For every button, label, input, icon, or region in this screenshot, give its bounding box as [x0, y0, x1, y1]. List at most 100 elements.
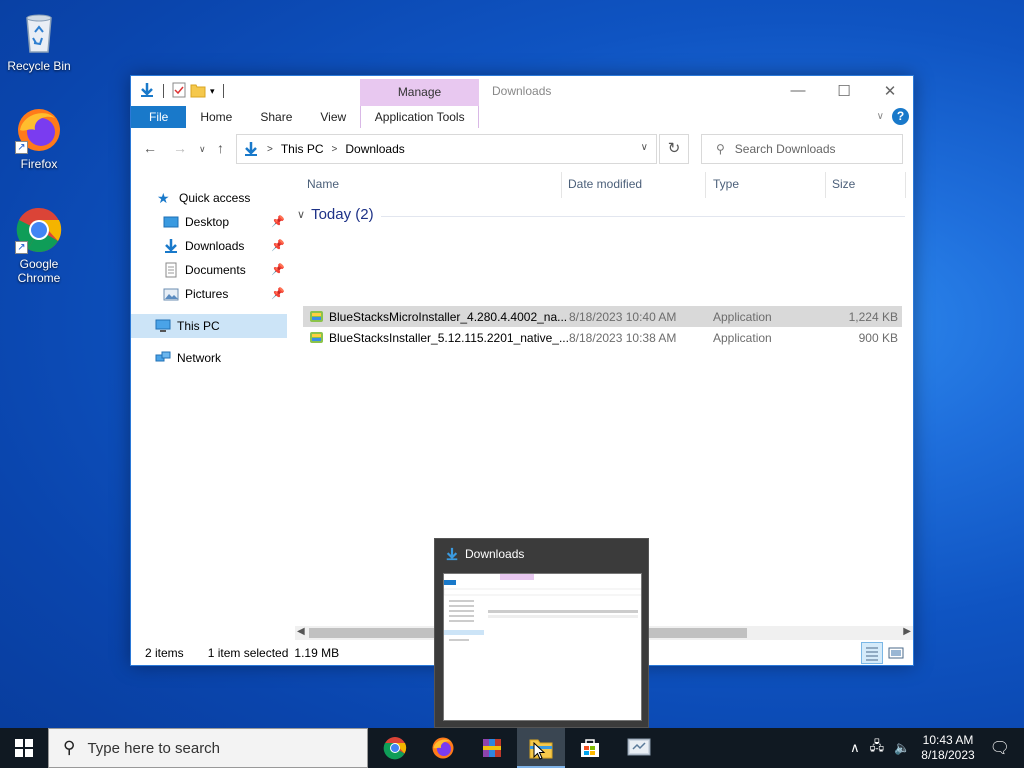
sidebar-item-network[interactable]: Network [131, 346, 291, 370]
navigation-pane: ★ Quick access Desktop 📌 Downloads 📌 Doc… [131, 186, 291, 370]
title-bar[interactable]: ▾ Manage Downloads — ☐ ✕ [131, 76, 913, 106]
column-header-type[interactable]: Type [713, 166, 739, 202]
documents-folder-icon [163, 262, 179, 278]
address-bar[interactable]: > This PC > Downloads ∨ [236, 134, 657, 164]
sidebar-item-desktop[interactable]: Desktop 📌 [131, 210, 291, 234]
expand-ribbon-icon[interactable]: ∨ [877, 111, 884, 122]
sidebar-item-label: Pictures [185, 287, 229, 301]
maximize-button[interactable]: ☐ [821, 76, 867, 105]
desktop-icon-firefox[interactable]: ↗ Firefox [1, 106, 77, 171]
taskbar-search-placeholder: Type here to search [87, 739, 221, 757]
status-item-count: 2 items [145, 646, 184, 660]
tab-application-tools[interactable]: Application Tools [360, 106, 480, 128]
window-title: Downloads [492, 84, 552, 98]
customize-qat-icon[interactable]: ▾ [210, 86, 215, 97]
bluestacks-app-icon [309, 330, 324, 345]
taskbar-app-firefox[interactable] [419, 728, 467, 768]
file-date: 8/18/2023 10:38 AM [569, 330, 677, 345]
pictures-folder-icon [163, 286, 179, 302]
forward-arrow-icon[interactable]: → [173, 140, 187, 156]
tab-share[interactable]: Share [246, 106, 306, 128]
column-header-date[interactable]: Date modified [568, 166, 642, 202]
status-selected: 1 item selected [207, 646, 289, 660]
sidebar-item-downloads[interactable]: Downloads 📌 [131, 234, 291, 258]
store-icon [581, 739, 599, 757]
desktop-icon-recycle-bin[interactable]: Recycle Bin [1, 8, 77, 73]
search-icon: ⚲ [716, 142, 725, 156]
table-row[interactable]: BlueStacksInstaller_5.12.115.2201_native… [303, 327, 902, 348]
tab-file[interactable]: File [131, 106, 187, 128]
properties-icon[interactable] [172, 82, 186, 101]
minimize-icon: — [790, 82, 806, 99]
downloads-folder-icon [445, 547, 459, 561]
tab-home[interactable]: Home [186, 106, 246, 128]
winrar-icon [483, 739, 501, 757]
file-size: 1,224 KB [848, 309, 898, 324]
refresh-button[interactable]: ↻ [659, 134, 689, 164]
close-button[interactable]: ✕ [867, 76, 913, 105]
scroll-right-icon[interactable]: ▶ [903, 626, 911, 637]
chrome-icon: ↗ [15, 206, 63, 254]
details-view-icon [866, 647, 878, 661]
breadcrumb-this-pc[interactable]: This PC [281, 142, 324, 156]
thumbnail-image [443, 573, 642, 721]
firefox-icon [432, 737, 454, 759]
pin-icon[interactable]: 📌 [271, 287, 285, 300]
taskbar-app-file-explorer[interactable] [517, 728, 565, 768]
group-header-today[interactable]: ∨ Today (2) [297, 206, 374, 223]
tab-manage[interactable]: Manage [360, 79, 479, 106]
windows-logo-icon [15, 739, 33, 757]
start-button[interactable] [0, 728, 48, 768]
taskbar-thumbnail-preview[interactable]: Downloads [434, 538, 649, 728]
sidebar-item-documents[interactable]: Documents 📌 [131, 258, 291, 282]
address-row: ← → ∨ ↑ > This PC > Downloads ∨ ↻ ⚲ Sear… [131, 132, 913, 166]
clock[interactable]: 10:43 AM 8/18/2023 [921, 733, 974, 763]
chevron-right-icon[interactable]: > [332, 144, 338, 155]
scroll-left-icon[interactable]: ◀ [297, 626, 305, 637]
column-header-name[interactable]: Name [307, 166, 339, 202]
sidebar-item-quick-access[interactable]: ★ Quick access [131, 186, 291, 210]
desktop-icon-chrome[interactable]: ↗ Google Chrome [1, 206, 77, 285]
new-folder-icon[interactable] [190, 82, 206, 101]
taskbar-app-chrome[interactable] [371, 728, 419, 768]
recent-locations-icon[interactable]: ∨ [199, 144, 206, 155]
help-icon[interactable]: ? [892, 108, 909, 125]
table-row[interactable]: BlueStacksMicroInstaller_4.280.4.4002_na… [303, 306, 902, 327]
collapse-group-icon[interactable]: ∨ [297, 208, 305, 221]
sidebar-item-pictures[interactable]: Pictures 📌 [131, 282, 291, 306]
sidebar-item-label: This PC [177, 319, 220, 333]
network-icon[interactable]: 🖧 [870, 737, 885, 759]
sidebar-item-this-pc[interactable]: This PC [131, 314, 287, 338]
maximize-icon: ☐ [837, 82, 851, 100]
tab-view[interactable]: View [306, 106, 360, 128]
minimize-button[interactable]: — [775, 76, 821, 105]
refresh-icon: ↻ [667, 140, 681, 157]
large-icons-view-button[interactable] [885, 642, 907, 664]
close-icon: ✕ [883, 82, 897, 100]
address-dropdown-icon[interactable]: ∨ [641, 142, 648, 153]
file-name: BlueStacksMicroInstaller_4.280.4.4002_na… [329, 309, 568, 324]
search-icon: ⚲ [63, 738, 76, 757]
pin-icon[interactable]: 📌 [271, 215, 285, 228]
taskbar-app-winrar[interactable] [468, 728, 516, 768]
desktop-icon-label: Google Chrome [17, 257, 61, 285]
taskbar-search-input[interactable]: ⚲ Type here to search [48, 728, 368, 768]
back-arrow-icon[interactable]: ← [143, 140, 157, 156]
volume-icon[interactable]: 🔈 [894, 740, 910, 756]
breadcrumb-downloads[interactable]: Downloads [345, 142, 404, 156]
up-arrow-icon[interactable]: ↑ [217, 140, 224, 156]
pin-icon[interactable]: 📌 [271, 239, 285, 252]
ribbon-tabs: File Home Share View Application Tools [131, 106, 913, 128]
search-input[interactable]: ⚲ Search Downloads [701, 134, 903, 164]
group-label: Today (2) [311, 206, 374, 223]
show-hidden-icons-icon[interactable]: ∧ [850, 740, 860, 756]
chevron-right-icon[interactable]: > [267, 144, 273, 155]
column-header-size[interactable]: Size [832, 166, 855, 202]
taskbar-app-settings[interactable] [615, 728, 663, 768]
sidebar-item-label: Network [177, 351, 222, 365]
downloads-folder-icon [163, 238, 179, 254]
taskbar-app-store[interactable] [566, 728, 614, 768]
notifications-icon[interactable]: 🗨 [990, 738, 1010, 758]
pin-icon[interactable]: 📌 [271, 263, 285, 276]
details-view-button[interactable] [861, 642, 883, 664]
